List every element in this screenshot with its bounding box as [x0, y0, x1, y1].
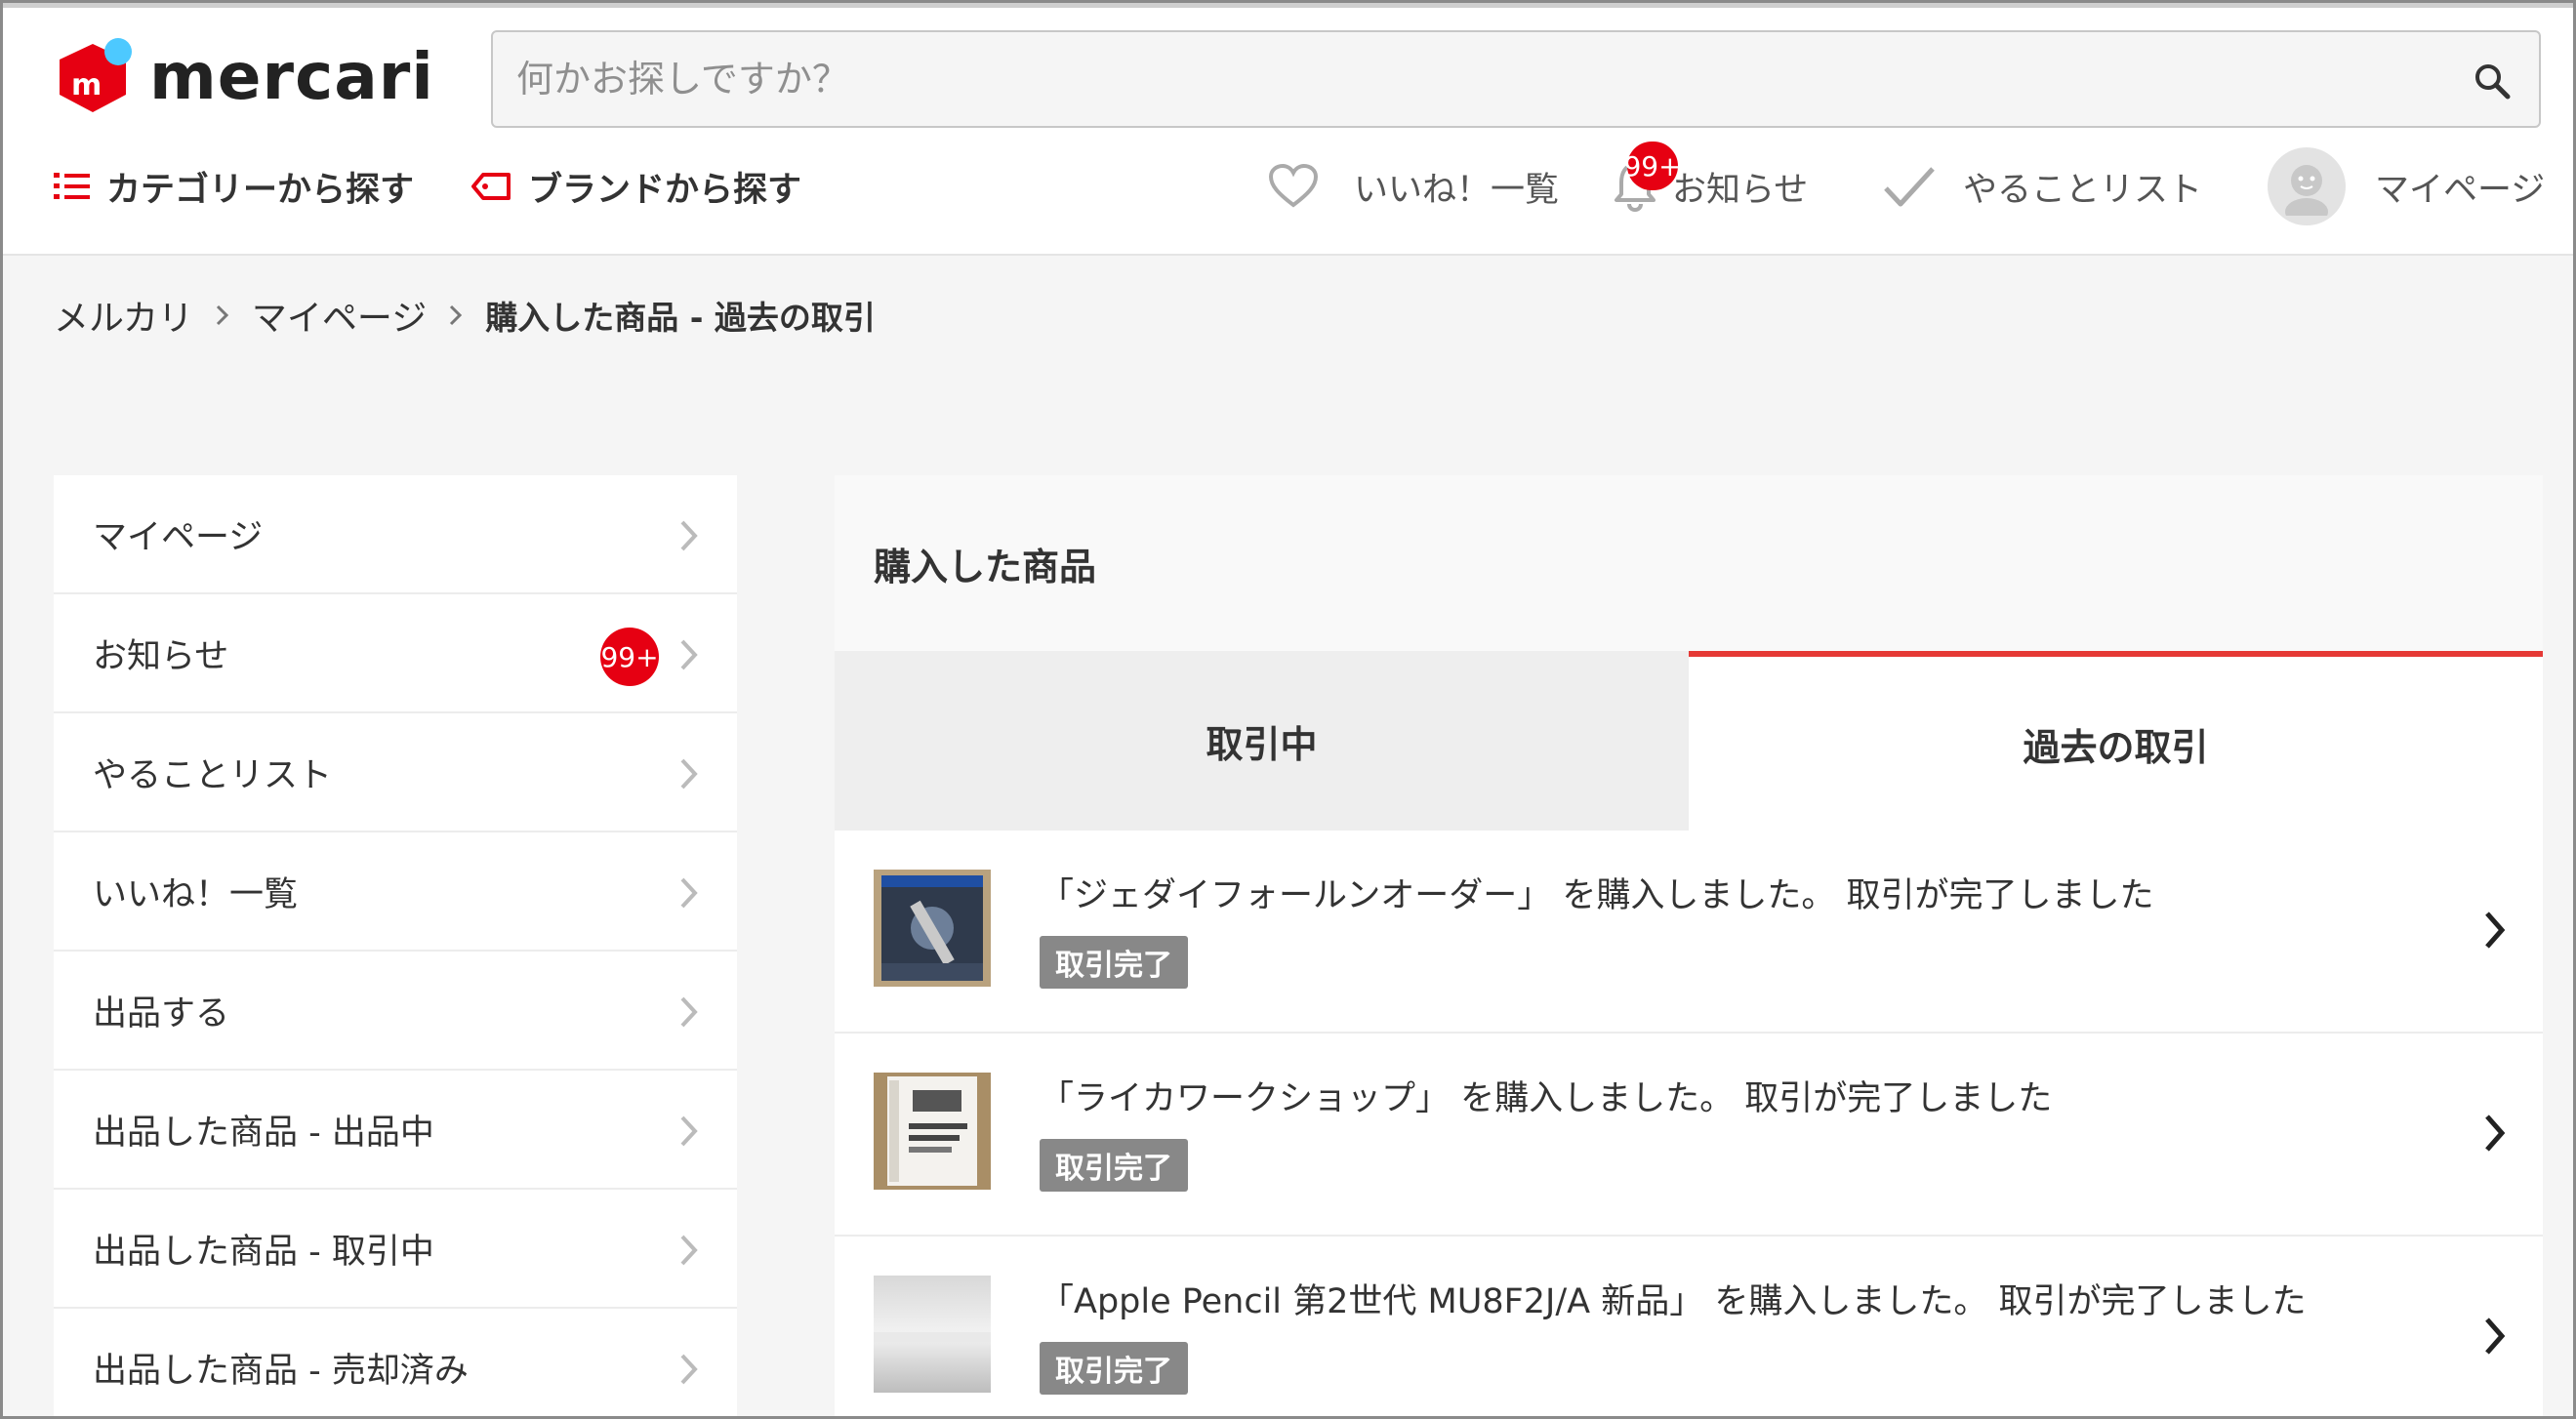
- nav-mypage-label: マイページ: [2375, 170, 2546, 210]
- chevron-right-icon: [678, 994, 700, 1038]
- tab-past-transactions[interactable]: 過去の取引: [1689, 651, 2543, 831]
- mercari-logo-icon: m: [54, 36, 134, 116]
- nav-mypage[interactable]: マイページ: [2268, 145, 2545, 227]
- sidebar-item-listed-active[interactable]: 出品した商品 - 出品中: [54, 1071, 737, 1190]
- sidebar-menu: マイページ お知らせ 99+ やることリスト いいね！一覧 出品する 出品した商…: [54, 475, 737, 1416]
- sidebar-item-label: マイページ: [93, 517, 264, 557]
- notification-badge: 99+: [1623, 142, 1682, 190]
- status-badge: 取引完了: [1040, 936, 1188, 989]
- breadcrumb-home[interactable]: メルカリ: [54, 290, 193, 341]
- sidebar-item-likes[interactable]: いいね！一覧: [54, 832, 737, 952]
- transaction-title: 「ジェダイフォールンオーダー」 を購入しました。 取引が完了しました: [1040, 876, 2154, 915]
- chevron-right-icon: [2482, 909, 2508, 955]
- product-thumbnail: [874, 1276, 991, 1393]
- search-bar: [491, 30, 2541, 128]
- nav-notifications-label: お知らせ: [1672, 170, 1809, 210]
- search-input[interactable]: [516, 32, 2371, 126]
- app-window: m mercari カテゴリーから探す: [0, 0, 2576, 1419]
- chevron-right-icon: [678, 637, 700, 681]
- logo-text: mercari: [149, 38, 434, 114]
- status-badge: 取引完了: [1040, 1139, 1188, 1192]
- heart-icon: [1268, 164, 1319, 209]
- chevron-right-icon: [2482, 1315, 2508, 1361]
- sidebar-item-label: いいね！一覧: [93, 874, 299, 914]
- nav-category[interactable]: カテゴリーから探す: [54, 157, 414, 216]
- purchases-panel: 購入した商品 取引中 過去の取引 「ジェダイフォールンオーダー」 を購入しました…: [835, 475, 2543, 1416]
- sidebar-item-sell[interactable]: 出品する: [54, 952, 737, 1071]
- sidebar-item-label: 出品した商品 - 取引中: [93, 1232, 434, 1272]
- breadcrumb-current: 購入した商品 - 過去の取引: [485, 299, 876, 337]
- chevron-right-icon: [678, 518, 700, 562]
- product-thumbnail: [874, 870, 991, 987]
- chevron-right-icon: [678, 875, 700, 919]
- chevron-right-icon: [678, 1114, 700, 1157]
- nav-todo[interactable]: やることリスト: [1883, 157, 2202, 216]
- tab-in-progress[interactable]: 取引中: [835, 651, 1689, 831]
- nav-brand-label: ブランドから探す: [528, 170, 802, 210]
- sidebar-item-label: 出品する: [93, 993, 230, 1034]
- search-icon[interactable]: [2473, 61, 2512, 101]
- nav-category-label: カテゴリーから探す: [106, 170, 415, 210]
- sidebar-item-mypage[interactable]: マイページ: [54, 475, 737, 594]
- list-icon: [54, 171, 91, 202]
- transaction-title: 「Apple Pencil 第2世代 MU8F2J/A 新品」 を購入しました。…: [1040, 1282, 2307, 1321]
- sidebar-item-label: やることリスト: [93, 755, 333, 795]
- chevron-right-icon: [448, 303, 464, 328]
- chevron-right-icon: [215, 303, 230, 328]
- product-thumbnail: [874, 1073, 991, 1190]
- site-header: m mercari カテゴリーから探す: [3, 3, 2573, 339]
- nav-todo-label: やることリスト: [1963, 170, 2203, 210]
- breadcrumb: メルカリ マイページ 購入した商品 - 過去の取引: [54, 286, 876, 345]
- nav-likes-label: いいね！一覧: [1354, 170, 1560, 210]
- sidebar-item-label: 出品した商品 - 出品中: [93, 1113, 434, 1153]
- chevron-right-icon: [678, 1352, 700, 1396]
- sidebar-item-todo[interactable]: やることリスト: [54, 713, 737, 832]
- chevron-right-icon: [2482, 1112, 2508, 1158]
- transaction-title: 「ライカワークショップ」 を購入しました。 取引が完了しました: [1040, 1079, 2053, 1118]
- sidebar-item-listed-sold[interactable]: 出品した商品 - 売却済み: [54, 1309, 737, 1416]
- sidebar-item-notifications[interactable]: お知らせ 99+: [54, 594, 737, 713]
- transaction-row[interactable]: 「ジェダイフォールンオーダー」 を購入しました。 取引が完了しました 取引完了: [835, 831, 2543, 1034]
- avatar-icon: [2268, 147, 2346, 225]
- chevron-right-icon: [678, 1233, 700, 1277]
- check-icon: [1883, 165, 1936, 208]
- breadcrumb-mypage[interactable]: マイページ: [252, 290, 427, 341]
- sidebar-item-listed-trading[interactable]: 出品した商品 - 取引中: [54, 1190, 737, 1309]
- nav-brand[interactable]: ブランドから探す: [471, 157, 801, 216]
- tag-icon: [471, 171, 512, 202]
- page-title: 購入した商品: [835, 475, 2543, 651]
- nav-likes[interactable]: いいね！一覧: [1268, 157, 1559, 216]
- purchase-tabs: 取引中 過去の取引: [835, 651, 2543, 831]
- status-badge: 取引完了: [1040, 1342, 1188, 1395]
- svg-text:m: m: [71, 68, 102, 102]
- chevron-right-icon: [678, 756, 700, 800]
- top-border: [3, 3, 2573, 8]
- sidebar-item-label: 出品した商品 - 売却済み: [93, 1351, 469, 1391]
- notification-count-badge: 99+: [600, 628, 659, 686]
- transaction-row[interactable]: 「ライカワークショップ」 を購入しました。 取引が完了しました 取引完了: [835, 1034, 2543, 1237]
- transaction-row[interactable]: 「Apple Pencil 第2世代 MU8F2J/A 新品」 を購入しました。…: [835, 1237, 2543, 1416]
- mercari-logo[interactable]: m mercari: [54, 36, 434, 116]
- sidebar-item-label: お知らせ: [93, 636, 229, 676]
